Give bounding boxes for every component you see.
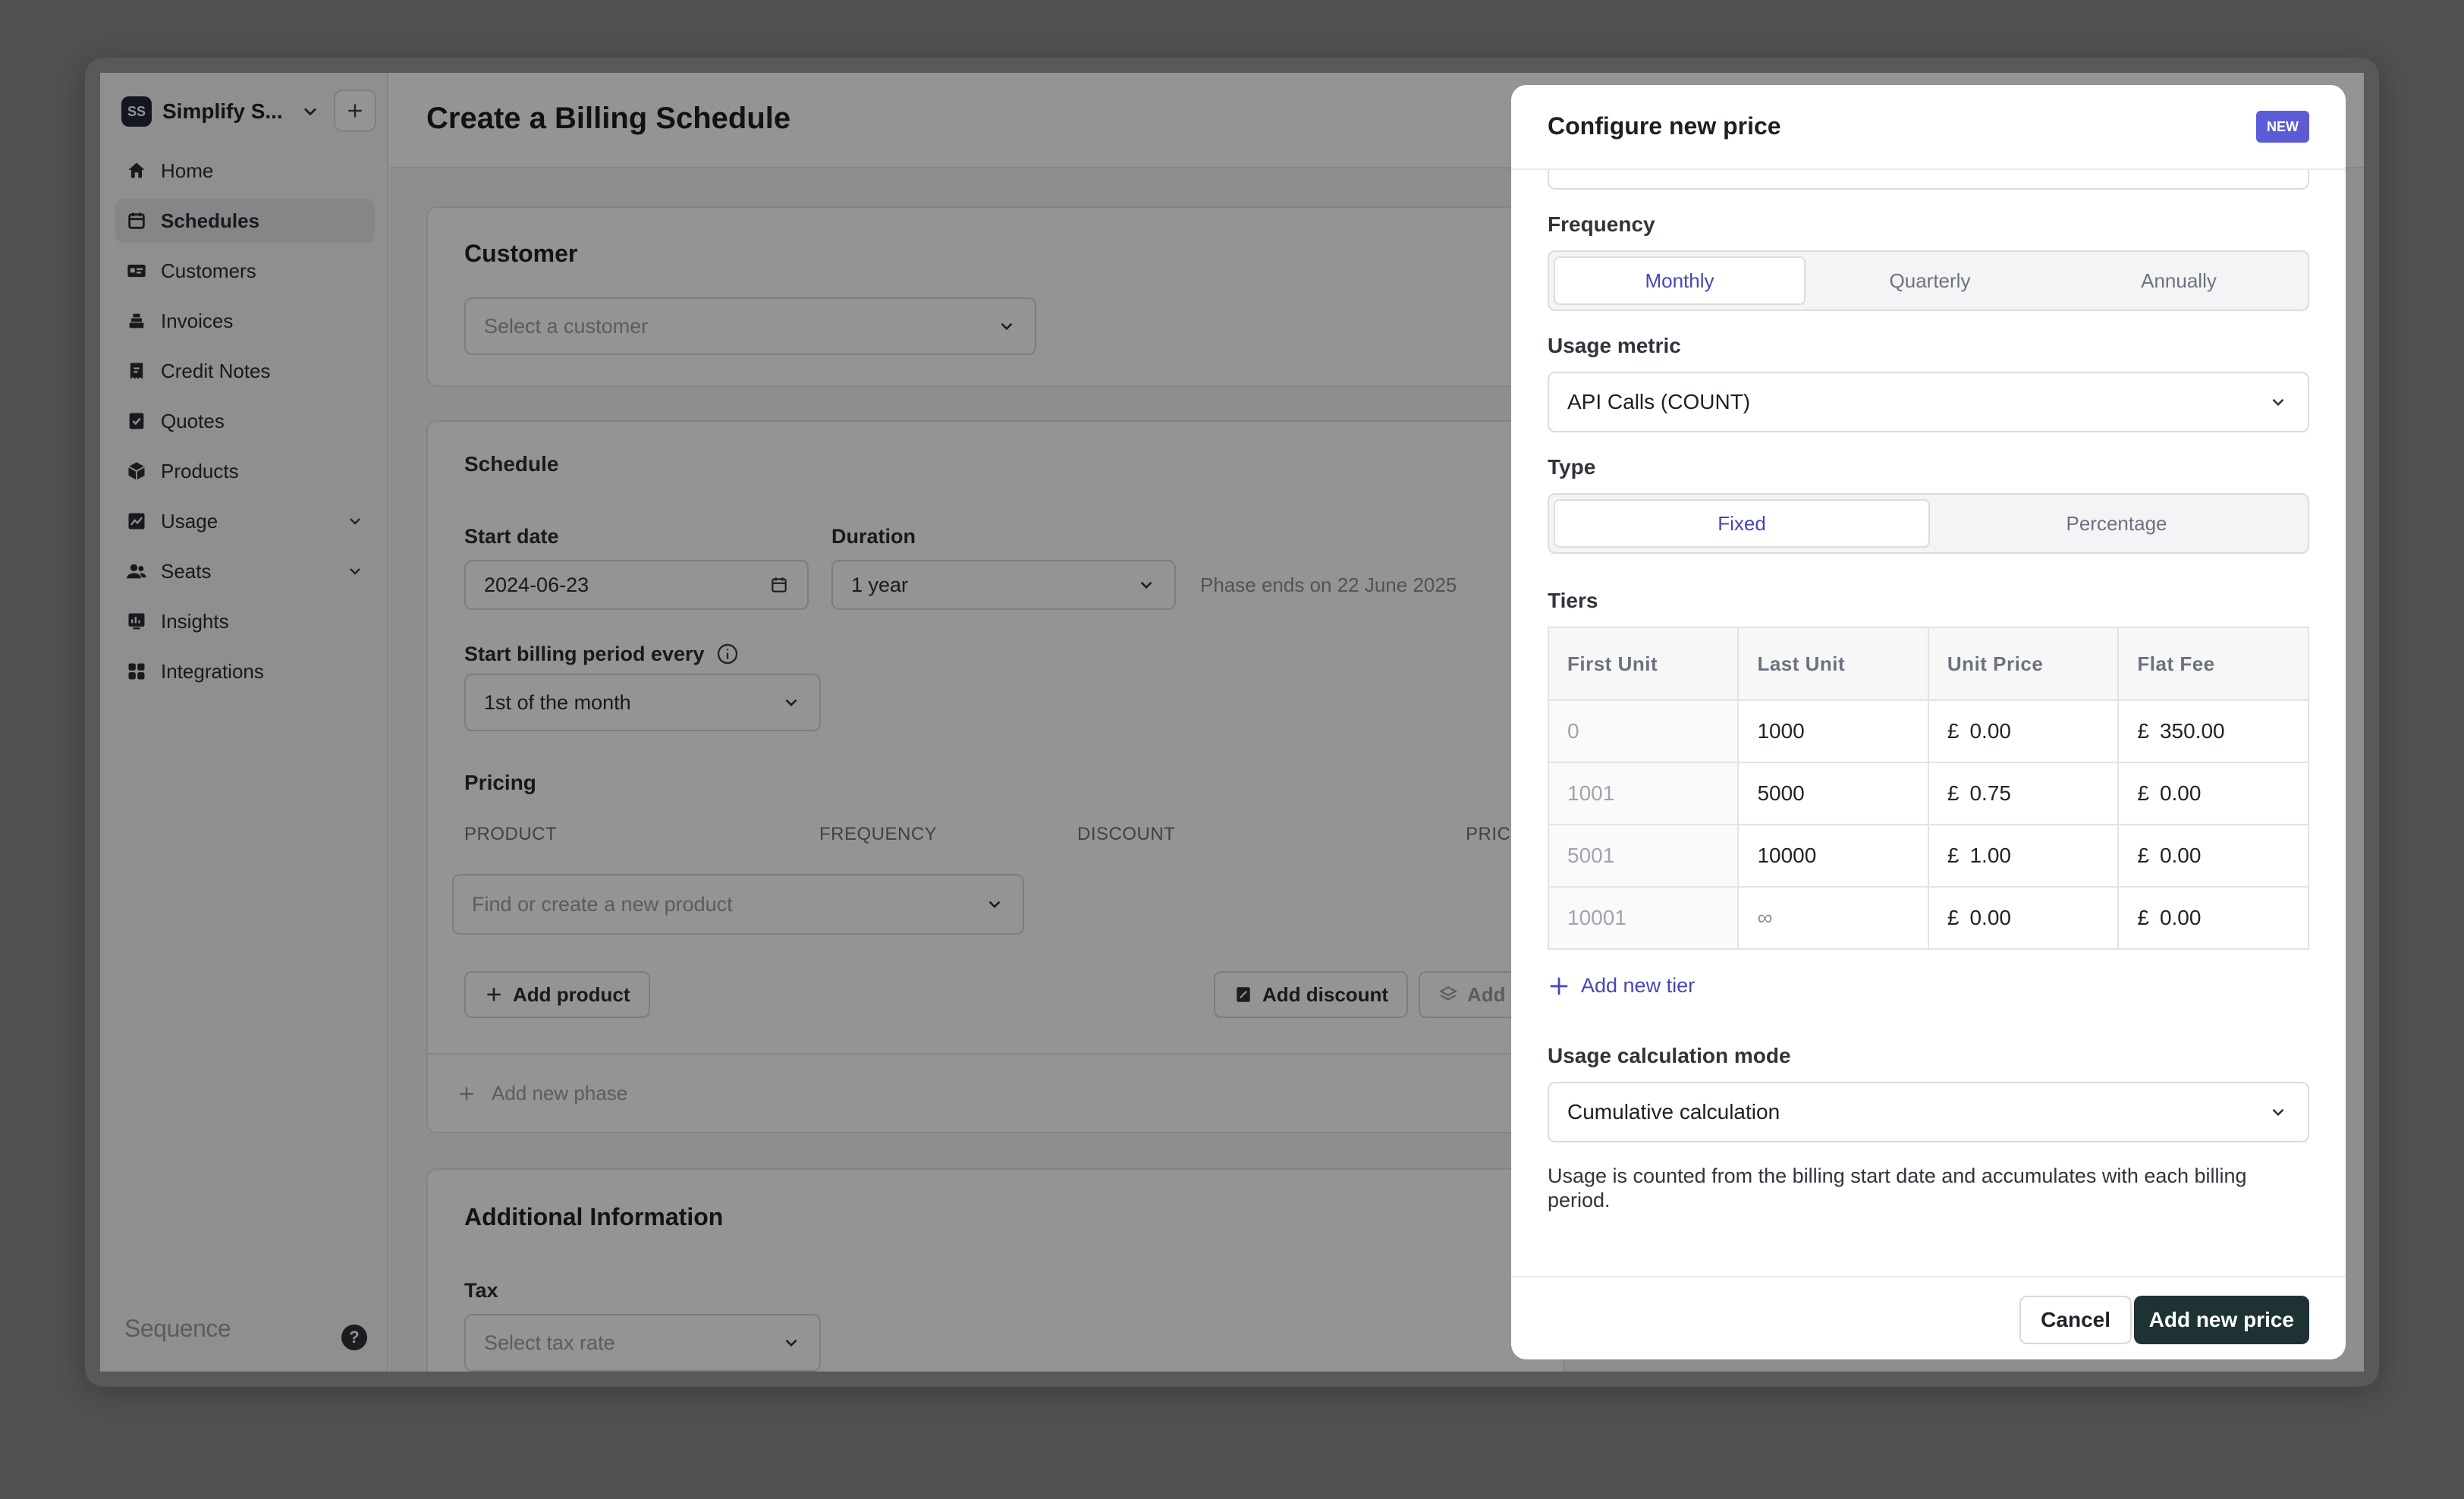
calc-mode-label: Usage calculation mode (1548, 1044, 1791, 1067)
type-option-percentage[interactable]: Percentage (1930, 499, 2303, 548)
add-tier-label: Add new tier (1581, 974, 1696, 997)
tier-header-unit-price: Unit Price (1927, 627, 2120, 701)
currency-symbol: £ (1947, 719, 1960, 743)
currency-symbol: £ (2137, 844, 2149, 867)
frequency-segmented-control: Monthly Quarterly Annually (1548, 250, 2309, 311)
frequency-option-annually[interactable]: Annually (2054, 256, 2303, 305)
tier-flat-fee-input[interactable]: £0.00 (2117, 886, 2309, 950)
tier-first-unit: 1001 (1547, 762, 1740, 825)
add-tier-button[interactable]: Add new tier (1548, 974, 1695, 998)
tier-first-unit: 5001 (1547, 824, 1740, 888)
calc-mode-select[interactable]: Cumulative calculation (1548, 1082, 2309, 1142)
tier-unit-price-input[interactable]: £1.00 (1927, 824, 2120, 888)
tier-unit-price-input[interactable]: £0.00 (1927, 699, 2120, 763)
frequency-option-monthly[interactable]: Monthly (1554, 256, 1806, 305)
table-row: 5001 10000 £1.00 £0.00 (1547, 824, 2309, 888)
plus-icon (1550, 977, 1568, 995)
calc-mode-hint: Usage is counted from the billing start … (1548, 1164, 2247, 1211)
modal-footer: Cancel Add new price (1511, 1276, 2346, 1359)
tier-flat-fee: 350.00 (2159, 719, 2225, 743)
table-row: 10001 ∞ £0.00 £0.00 (1547, 886, 2309, 950)
modal-title: Configure new price (1548, 112, 1781, 140)
currency-symbol: £ (2137, 719, 2149, 743)
currency-symbol: £ (1947, 781, 1960, 805)
tier-unit-price-input[interactable]: £0.75 (1927, 762, 2120, 825)
add-new-price-button[interactable]: Add new price (2133, 1296, 2309, 1344)
tier-header-last-unit: Last Unit (1737, 627, 1929, 701)
tier-flat-fee-input[interactable]: £0.00 (2117, 762, 2309, 825)
usage-metric-label: Usage metric (1548, 334, 1681, 357)
tiers-header-row: First Unit Last Unit Unit Price Flat Fee (1547, 627, 2309, 701)
tier-flat-fee: 0.00 (2159, 906, 2202, 929)
tiers-table: First Unit Last Unit Unit Price Flat Fee… (1547, 627, 2309, 950)
frequency-label: Frequency (1548, 212, 1655, 236)
currency-symbol: £ (1947, 844, 1960, 867)
tier-last-unit-input[interactable]: 10000 (1737, 824, 1929, 888)
tier-flat-fee-input[interactable]: £350.00 (2117, 699, 2309, 763)
chevron-down-icon (2272, 398, 2284, 407)
tiers-label: Tiers (1548, 589, 1598, 612)
tier-flat-fee: 0.00 (2159, 844, 2202, 867)
tier-unit-price: 0.00 (1969, 906, 2011, 929)
new-badge: NEW (2256, 111, 2309, 143)
tier-flat-fee: 0.00 (2159, 781, 2202, 805)
tier-flat-fee-input[interactable]: £0.00 (2117, 824, 2309, 888)
tier-header-first-unit: First Unit (1547, 627, 1740, 701)
type-segmented-control: Fixed Percentage (1548, 493, 2309, 554)
tier-header-flat-fee: Flat Fee (2117, 627, 2309, 701)
cancel-button[interactable]: Cancel (2019, 1296, 2132, 1344)
frequency-option-quarterly[interactable]: Quarterly (1806, 256, 2054, 305)
type-option-fixed[interactable]: Fixed (1554, 499, 1930, 548)
tier-first-unit: 0 (1547, 699, 1740, 763)
tier-unit-price-input[interactable]: £0.00 (1927, 886, 2120, 950)
currency-symbol: £ (2137, 781, 2149, 805)
tier-last-unit-input[interactable]: ∞ (1737, 886, 1929, 950)
table-row: 0 1000 £0.00 £350.00 (1547, 699, 2309, 763)
currency-symbol: £ (2137, 906, 2149, 929)
tier-unit-price: 1.00 (1969, 844, 2011, 867)
tier-last-unit-input[interactable]: 5000 (1737, 762, 1929, 825)
chevron-down-icon (2272, 1108, 2284, 1117)
usage-metric-select[interactable]: API Calls (COUNT) (1548, 372, 2309, 432)
scrolled-field-edge (1548, 170, 2309, 190)
tier-unit-price: 0.75 (1969, 781, 2011, 805)
currency-symbol: £ (1947, 906, 1960, 929)
tier-last-unit-input[interactable]: 1000 (1737, 699, 1929, 763)
table-row: 1001 5000 £0.75 £0.00 (1547, 762, 2309, 825)
modal-header: Configure new price NEW (1511, 85, 2346, 170)
usage-metric-value: API Calls (COUNT) (1567, 390, 1751, 413)
tier-unit-price: 0.00 (1969, 719, 2011, 743)
calc-mode-value: Cumulative calculation (1567, 1100, 1780, 1123)
configure-price-modal: Configure new price NEW Frequency Monthl… (1511, 85, 2346, 1359)
tier-first-unit: 10001 (1547, 886, 1740, 950)
type-label: Type (1548, 455, 1596, 479)
